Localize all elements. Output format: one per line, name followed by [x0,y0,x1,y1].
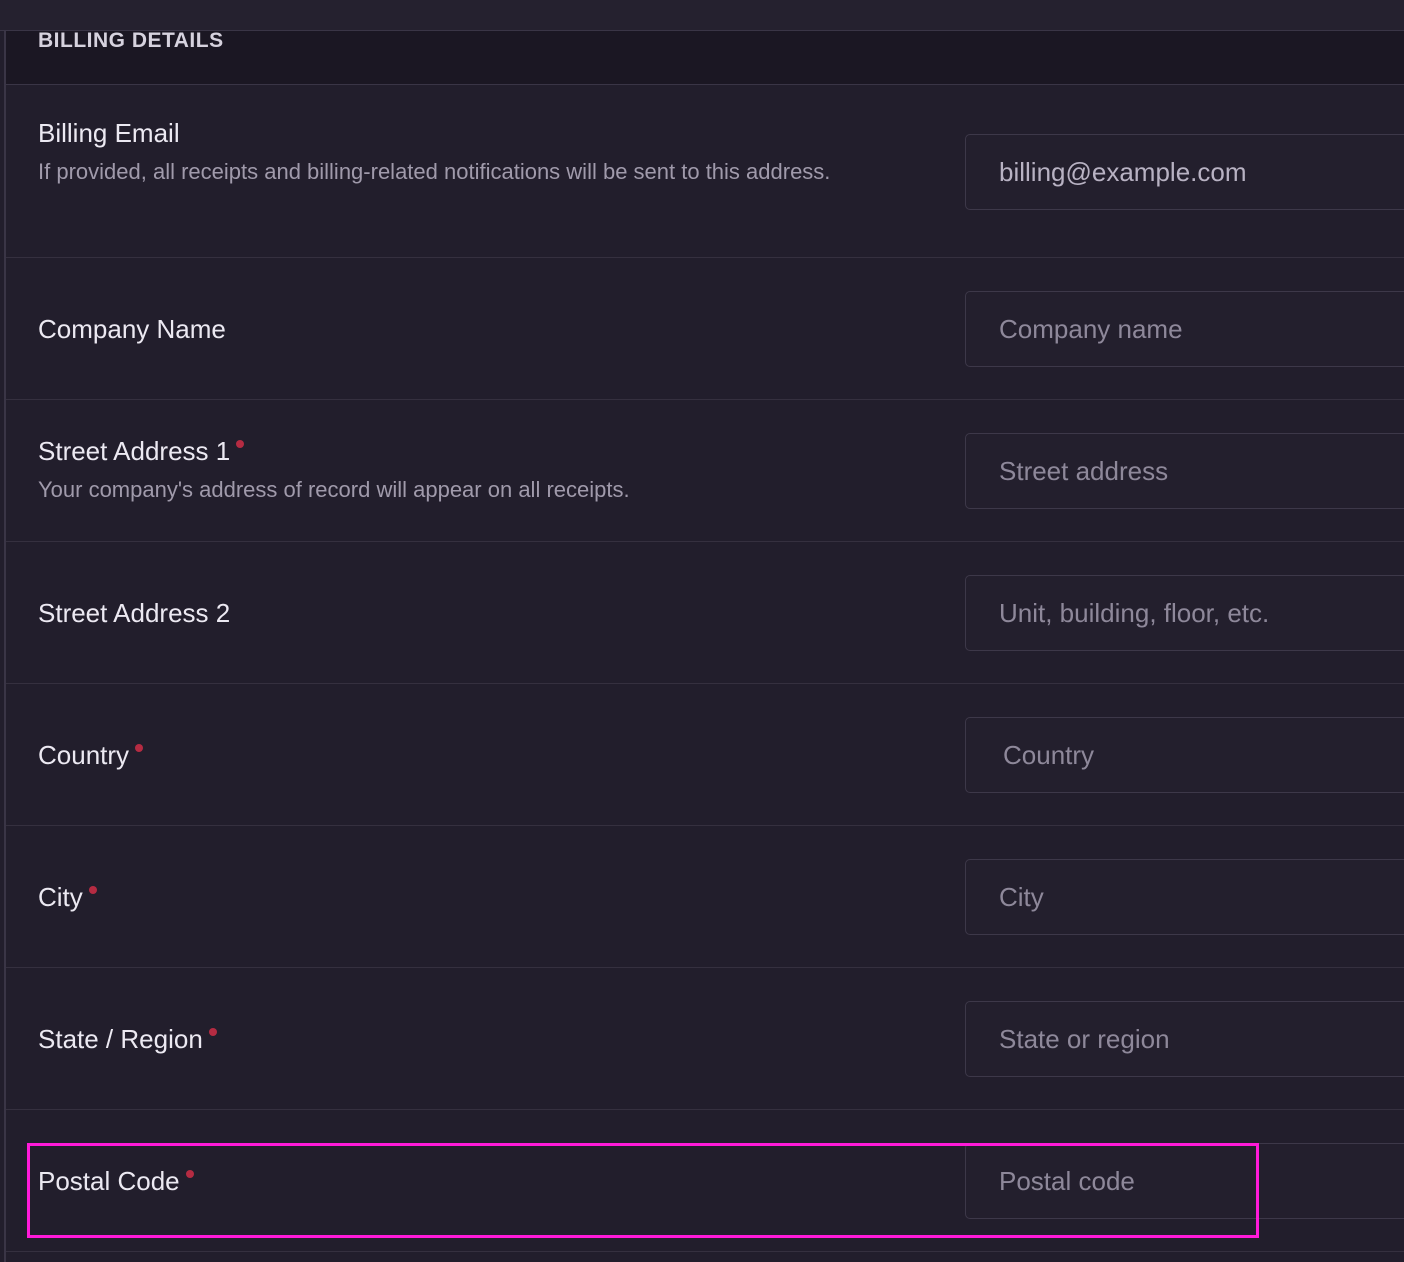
top-strip [0,0,1404,31]
state-region-label-group: State / Region [38,1024,217,1055]
country-input[interactable] [965,717,1404,793]
city-label: City [38,882,83,912]
required-indicator-icon [88,886,97,894]
required-indicator-icon [185,1170,194,1178]
billing-email-row: Billing Email If provided, all receipts … [6,86,1404,258]
city-row: City [6,826,1404,968]
street-address-1-help: Your company's address of record will ap… [38,477,630,502]
state-region-input[interactable] [965,1001,1404,1077]
required-indicator-icon [236,440,245,448]
street-address-1-row: Street Address 1 Your company's address … [6,400,1404,542]
section-title: BILLING DETAILS [38,29,224,52]
billing-email-label: Billing Email [38,118,180,148]
city-input[interactable] [965,859,1404,935]
country-label-group: Country [38,740,144,771]
state-region-label: State / Region [38,1024,203,1054]
billing-email-help: If provided, all receipts and billing-re… [38,159,831,184]
company-name-input[interactable] [965,291,1404,367]
company-name-row: Company Name [6,258,1404,400]
street-address-2-input[interactable] [965,575,1404,651]
billing-details-panel: BILLING DETAILS Billing Email If provide… [4,29,1404,1262]
street-address-1-input[interactable] [965,433,1404,509]
postal-code-row: Postal Code [6,1110,1404,1252]
state-region-row: State / Region [6,968,1404,1110]
city-label-group: City [38,882,97,913]
section-header: BILLING DETAILS [6,29,1404,85]
postal-code-label: Postal Code [38,1166,180,1196]
company-name-label: Company Name [38,314,226,344]
postal-code-input[interactable] [965,1143,1404,1219]
required-indicator-icon [208,1028,217,1036]
street-address-2-label-group: Street Address 2 [38,598,230,629]
street-address-1-label: Street Address 1 [38,436,231,466]
required-indicator-icon [135,744,144,752]
postal-code-label-group: Postal Code [38,1166,194,1197]
street-address-1-label-group: Street Address 1 Your company's address … [38,436,878,507]
street-address-2-row: Street Address 2 [6,542,1404,684]
billing-email-input[interactable] [965,134,1404,210]
country-row: Country [6,684,1404,826]
billing-email-label-group: Billing Email If provided, all receipts … [38,118,878,189]
street-address-2-label: Street Address 2 [38,598,231,628]
company-name-label-group: Company Name [38,314,226,345]
country-label: Country [38,740,130,770]
